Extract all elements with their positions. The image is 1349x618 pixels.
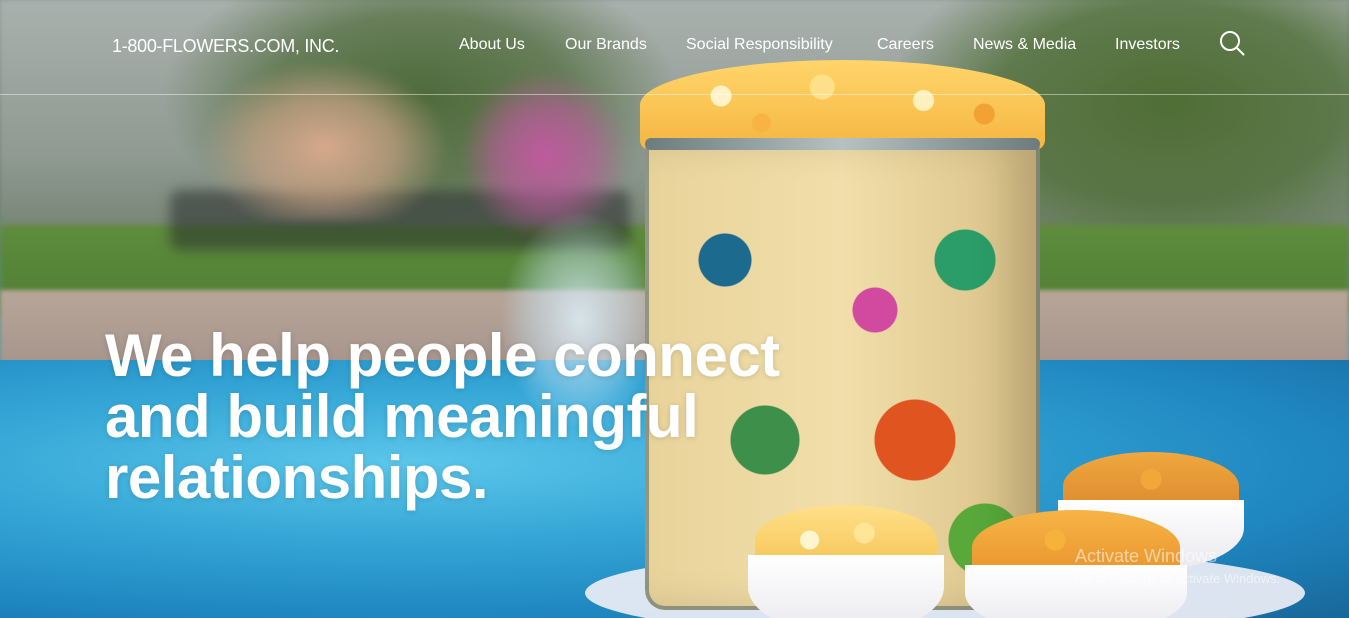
nav-about-us[interactable]: About Us <box>459 36 525 54</box>
nav-careers[interactable]: Careers <box>877 36 934 54</box>
popcorn-tin-rim <box>645 138 1040 150</box>
company-logo[interactable]: 1-800-FLOWERS.COM, INC. <box>112 36 339 57</box>
headline-line-1: We help people connect <box>105 322 780 389</box>
nav-news-media[interactable]: News & Media <box>973 36 1076 54</box>
windows-activation-watermark: Activate Windows Go to Settings to activ… <box>1075 546 1280 586</box>
nav-our-brands[interactable]: Our Brands <box>565 36 647 54</box>
watermark-subtitle: Go to Settings to activate Windows. <box>1075 571 1281 586</box>
site-header: 1-800-FLOWERS.COM, INC. About Us Our Bra… <box>0 0 1349 95</box>
nav-social-responsibility[interactable]: Social Responsibility <box>686 36 833 54</box>
hero-headline: We help people connect and build meaning… <box>105 325 845 508</box>
search-icon[interactable] <box>1219 30 1245 56</box>
headline-line-3: relationships. <box>105 444 489 511</box>
headline-line-2: and build meaningful <box>105 383 699 450</box>
nav-investors[interactable]: Investors <box>1115 36 1180 54</box>
watermark-title: Activate Windows <box>1075 546 1218 566</box>
popcorn-bowl-left <box>748 555 944 618</box>
hero-section: 1-800-FLOWERS.COM, INC. About Us Our Bra… <box>0 0 1349 618</box>
